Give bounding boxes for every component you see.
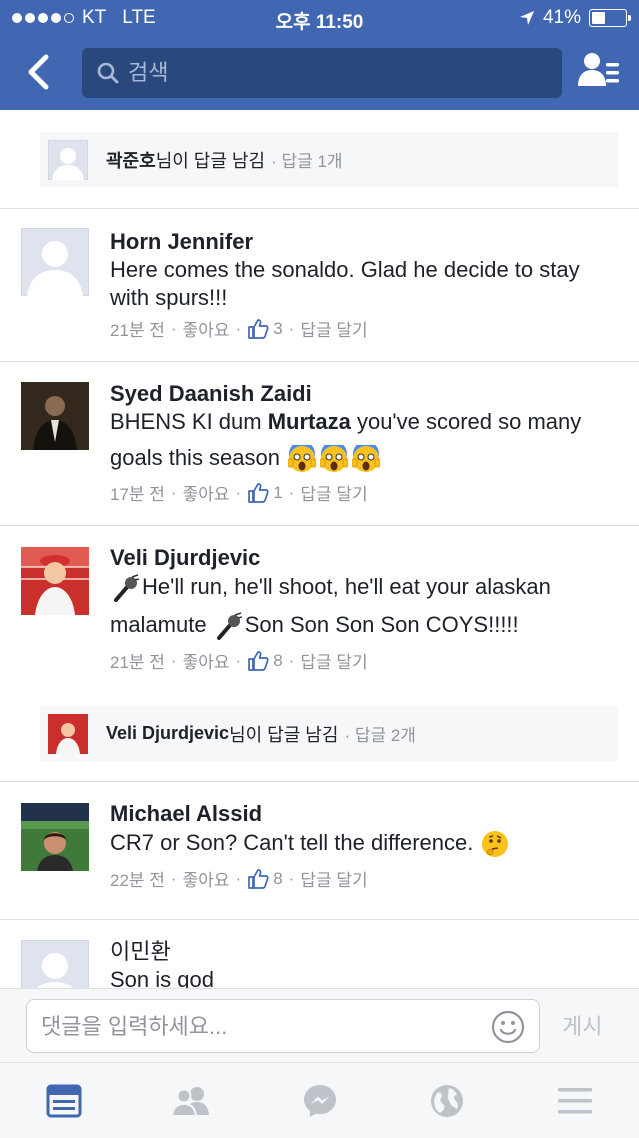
comment-text-body: CR7 or Son? Can't tell the difference.: [110, 830, 474, 855]
avatar[interactable]: [21, 547, 89, 615]
divider: [0, 208, 639, 209]
reply-author: 곽준호: [106, 150, 156, 171]
tab-menu[interactable]: [555, 1081, 595, 1121]
comment-author[interactable]: Horn Jennifer: [110, 228, 620, 256]
thumbs-up-icon: [248, 482, 269, 503]
messenger-icon: [304, 1085, 336, 1117]
reply-suffix: 님이 답글 남김: [229, 724, 339, 745]
post-button[interactable]: 게시: [562, 1009, 602, 1041]
comment-time: 22분 전: [110, 871, 165, 890]
search-icon: [97, 62, 119, 84]
comment-text: He'll run, he'll shoot, he'll eat your a…: [110, 568, 620, 644]
avatar[interactable]: [21, 803, 89, 871]
battery-percent: 41%: [542, 7, 581, 28]
comment-text: CR7 or Son? Can't tell the difference.: [110, 824, 620, 862]
friend-requests-button[interactable]: [576, 50, 624, 94]
comment-text-start: BHENS KI dum: [110, 409, 268, 434]
avatar[interactable]: [21, 940, 89, 988]
comment-time: 17분 전: [110, 485, 165, 504]
back-button[interactable]: [18, 48, 58, 96]
reply-button[interactable]: 답글 달기: [300, 866, 367, 891]
microphone-emoji-icon: [114, 574, 140, 603]
like-count[interactable]: 3: [273, 319, 282, 339]
comment-input[interactable]: [41, 1012, 481, 1042]
thumbs-up-icon: [248, 868, 269, 889]
battery-level: [592, 12, 605, 24]
reply-count: · 답글 2개: [344, 726, 416, 745]
mention-link[interactable]: Murtaza: [268, 409, 351, 434]
microphone-emoji-icon: [216, 612, 242, 641]
avatar[interactable]: [21, 382, 89, 450]
comment-text-end: Son Son Son Son COYS!!!!!: [244, 612, 519, 637]
comment-meta: 21분 전 · 좋아요 · 3 · 답글 달기: [110, 316, 620, 341]
friend-list-icon: [578, 53, 619, 86]
menu-icon: [558, 1088, 592, 1114]
thumbs-up-icon: [248, 318, 269, 339]
like-button[interactable]: 좋아요: [183, 866, 230, 891]
comment-author[interactable]: 이민환: [110, 938, 620, 966]
status-bar: KT LTE 오후 11:50 41%: [0, 0, 639, 36]
navigation-header: KT LTE 오후 11:50 41%: [0, 0, 639, 110]
friends-icon: [171, 1087, 209, 1117]
reply-button[interactable]: 답글 달기: [300, 648, 367, 673]
comments-list: 곽준호 님이 답글 남김 · 답글 1개 Horn Jennifer Here …: [0, 110, 639, 988]
like-button[interactable]: 좋아요: [183, 480, 230, 505]
tab-notifications[interactable]: [427, 1081, 467, 1121]
reply-author: Veli Djurdjevic: [106, 723, 230, 743]
smiley-icon: [491, 1010, 525, 1044]
comment-meta: 21분 전 · 좋아요 · 8 · 답글 달기: [110, 648, 620, 673]
divider: [0, 525, 639, 526]
comment-meta: 17분 전 · 좋아요 · 1 · 답글 달기: [110, 480, 620, 505]
like-count[interactable]: 8: [273, 651, 282, 671]
bottom-tab-bar: [0, 1062, 639, 1138]
news-feed-icon: [46, 1084, 82, 1118]
comment-meta: 22분 전 · 좋아요 · 8 · 답글 달기: [110, 866, 620, 891]
thinking-face-emoji-icon: [482, 831, 509, 858]
screaming-face-emoji-icon: [288, 445, 317, 473]
like-count[interactable]: 1: [273, 483, 282, 503]
comment-text: Son is god: [110, 967, 214, 988]
divider: [0, 919, 639, 920]
search-box[interactable]: [82, 48, 562, 98]
reply-summary[interactable]: 곽준호 님이 답글 남김 · 답글 1개: [40, 132, 618, 187]
battery-icon: [589, 9, 631, 27]
like-button[interactable]: 좋아요: [183, 648, 230, 673]
avatar: [48, 139, 88, 180]
comment-time: 21분 전: [110, 653, 165, 672]
reply-button[interactable]: 답글 달기: [300, 316, 367, 341]
comment-time: 21분 전: [110, 321, 165, 340]
screaming-face-emoji-icon: [320, 445, 349, 473]
reply-count: · 답글 1개: [271, 152, 343, 171]
reply-suffix: 님이 답글 남김: [155, 150, 266, 171]
reply-summary[interactable]: Veli Djurdjevic 님이 답글 남김 · 답글 2개: [40, 706, 618, 761]
chevron-left-icon: [28, 54, 49, 90]
location-arrow-icon: [519, 11, 534, 25]
globe-notifications-icon: [431, 1085, 463, 1117]
avatar: [48, 713, 88, 754]
comment-composer: 게시: [0, 988, 639, 1062]
search-input[interactable]: [128, 60, 548, 86]
status-right: 41%: [519, 7, 631, 29]
avatar[interactable]: [21, 228, 89, 296]
screaming-face-emoji-icon: [352, 445, 381, 473]
comment-text: BHENS KI dum Murtaza you've scored so ma…: [110, 404, 620, 476]
tab-friends[interactable]: [171, 1081, 211, 1121]
tab-messenger[interactable]: [300, 1081, 340, 1121]
divider: [0, 781, 639, 782]
tab-news-feed[interactable]: [44, 1081, 84, 1121]
divider: [0, 361, 639, 362]
sticker-button[interactable]: [491, 1010, 525, 1044]
thumbs-up-icon: [248, 650, 269, 671]
like-count[interactable]: 8: [273, 869, 282, 889]
reply-button[interactable]: 답글 달기: [300, 480, 367, 505]
like-button[interactable]: 좋아요: [183, 316, 230, 341]
comment-text: Here comes the sonaldo. Glad he decide t…: [110, 257, 580, 310]
comment-input-box[interactable]: [26, 999, 540, 1053]
